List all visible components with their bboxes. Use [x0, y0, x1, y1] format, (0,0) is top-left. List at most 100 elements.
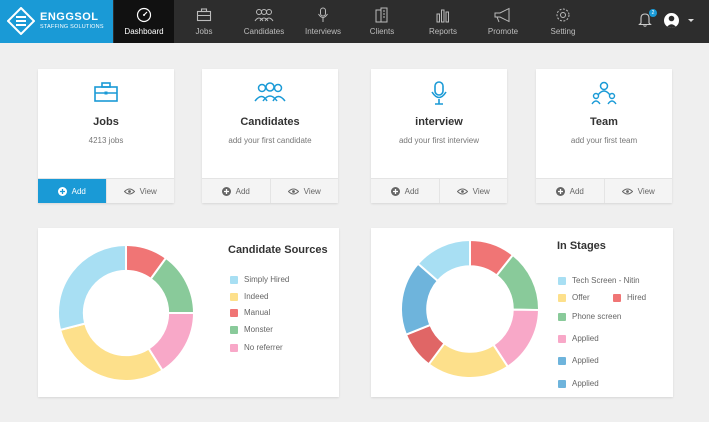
card-actions: Add View [202, 178, 338, 203]
add-candidate-button[interactable]: Add [202, 179, 270, 203]
nav-label: Reports [428, 27, 457, 36]
eye-icon [287, 188, 299, 194]
card-subtitle: 4213 jobs [88, 136, 124, 145]
nav-label: Dashboard [124, 27, 164, 36]
button-label: Add [404, 186, 419, 196]
legend-label: Manual [244, 308, 271, 317]
eye-icon [123, 188, 135, 194]
legend-swatch [230, 325, 238, 334]
card-subtitle: add your first interview [398, 136, 480, 145]
candidate-sources-panel: Candidate Sources Simply Hired Indeed Ma… [38, 228, 339, 397]
legend-label: Monster [244, 325, 273, 334]
nav-label: Promote [487, 27, 519, 36]
users-icon [254, 9, 274, 22]
team-icon [591, 81, 617, 105]
legend-swatch [230, 343, 238, 352]
card-jobs: Jobs 4213 jobs Add View [38, 69, 174, 203]
legend-swatch [558, 293, 566, 302]
button-label: Add [71, 186, 86, 196]
plus-circle-icon [221, 186, 231, 196]
candidate-sources-donut [57, 243, 196, 382]
legend-swatch [613, 293, 621, 302]
nav-item-reports[interactable]: Reports [413, 0, 473, 43]
legend-swatch [558, 312, 566, 321]
nav-item-promote[interactable]: Promote [473, 0, 533, 43]
nav-item-candidates[interactable]: Candidates [234, 0, 294, 43]
legend-swatch [558, 356, 566, 365]
nav-item-interviews[interactable]: Interviews [293, 0, 353, 43]
legend-label: Offer [572, 293, 590, 302]
notification-badge: 2 [649, 9, 657, 17]
view-interviews-button[interactable]: View [438, 179, 507, 203]
legend-item: Applied [558, 356, 599, 365]
user-icon [666, 15, 677, 28]
legend-item: Tech Screen - Nitin [558, 276, 640, 285]
panel-title: Candidate Sources [228, 244, 328, 256]
card-interview: interview add your first interview Add V… [371, 69, 507, 203]
nav-label: Jobs [195, 27, 213, 36]
legend-swatch [230, 275, 238, 284]
button-label: Add [235, 186, 250, 196]
eye-icon [621, 188, 633, 194]
microphone-icon [318, 7, 328, 22]
legend-label: Simply Hired [244, 275, 290, 284]
legend-item: Offer [558, 293, 590, 302]
legend-label: Phone screen [572, 312, 622, 321]
brand-tagline: STAFFING SOLUTIONS [40, 24, 104, 30]
legend-label: Indeed [244, 292, 269, 301]
legend-label: Applied [572, 334, 599, 343]
legend-item: No referrer [230, 343, 283, 352]
add-interview-button[interactable]: Add [371, 179, 439, 203]
brand-logo[interactable]: ENGGSOL STAFFING SOLUTIONS [0, 0, 113, 43]
in-stages-panel: In Stages Tech Screen - Nitin Offer Hire… [371, 228, 673, 397]
donut-slice-indeed [58, 322, 164, 382]
panel-title: In Stages [557, 240, 606, 252]
view-jobs-button[interactable]: View [105, 179, 174, 203]
dashboard-icon [136, 7, 152, 23]
legend-label: Tech Screen - Nitin [572, 276, 640, 285]
plus-circle-icon [390, 186, 400, 196]
card-candidates: Candidates add your first candidate Add … [202, 69, 338, 203]
nav-item-setting[interactable]: Setting [533, 0, 593, 43]
legend-swatch [230, 308, 238, 317]
legend-label: Applied [572, 379, 599, 388]
in-stages-donut [400, 238, 541, 379]
chevron-down-icon[interactable] [688, 19, 694, 22]
megaphone-icon [494, 7, 510, 23]
logo-mark-icon [7, 7, 35, 35]
gear-icon [556, 8, 570, 22]
add-job-button[interactable]: Add [38, 179, 106, 203]
nav-item-dashboard[interactable]: Dashboard [114, 0, 174, 43]
plus-circle-icon [555, 186, 565, 196]
button-label: View [139, 186, 157, 196]
nav-label: Setting [550, 27, 576, 36]
legend-item: Indeed [230, 292, 268, 301]
legend-label: Applied [572, 356, 599, 365]
button-label: View [637, 186, 655, 196]
add-team-button[interactable]: Add [536, 179, 604, 203]
view-candidates-button[interactable]: View [269, 179, 338, 203]
button-label: Add [569, 186, 584, 196]
building-icon [375, 7, 388, 23]
legend-swatch [558, 334, 566, 343]
legend-item: Simply Hired [230, 275, 289, 284]
nav-item-jobs[interactable]: Jobs [174, 0, 234, 43]
users-icon [254, 82, 286, 102]
card-actions: Add View [38, 178, 174, 203]
card-title: Candidates [240, 116, 300, 128]
legend-swatch [558, 379, 566, 388]
brand-name: ENGGSOL [40, 11, 99, 23]
card-title: Jobs [93, 116, 119, 128]
legend-item: Phone screen [558, 312, 621, 321]
avatar[interactable] [664, 13, 679, 28]
nav-item-clients[interactable]: Clients [352, 0, 412, 43]
legend-item: Applied [558, 379, 599, 388]
legend-swatch [558, 276, 566, 285]
view-team-button[interactable]: View [603, 179, 672, 203]
briefcase-icon [94, 82, 118, 102]
microphone-icon [431, 81, 447, 105]
donut-slice-simply-hired [57, 243, 127, 332]
card-subtitle: add your first team [570, 136, 638, 145]
legend-item: Hired [613, 293, 646, 302]
card-actions: Add View [536, 178, 672, 203]
